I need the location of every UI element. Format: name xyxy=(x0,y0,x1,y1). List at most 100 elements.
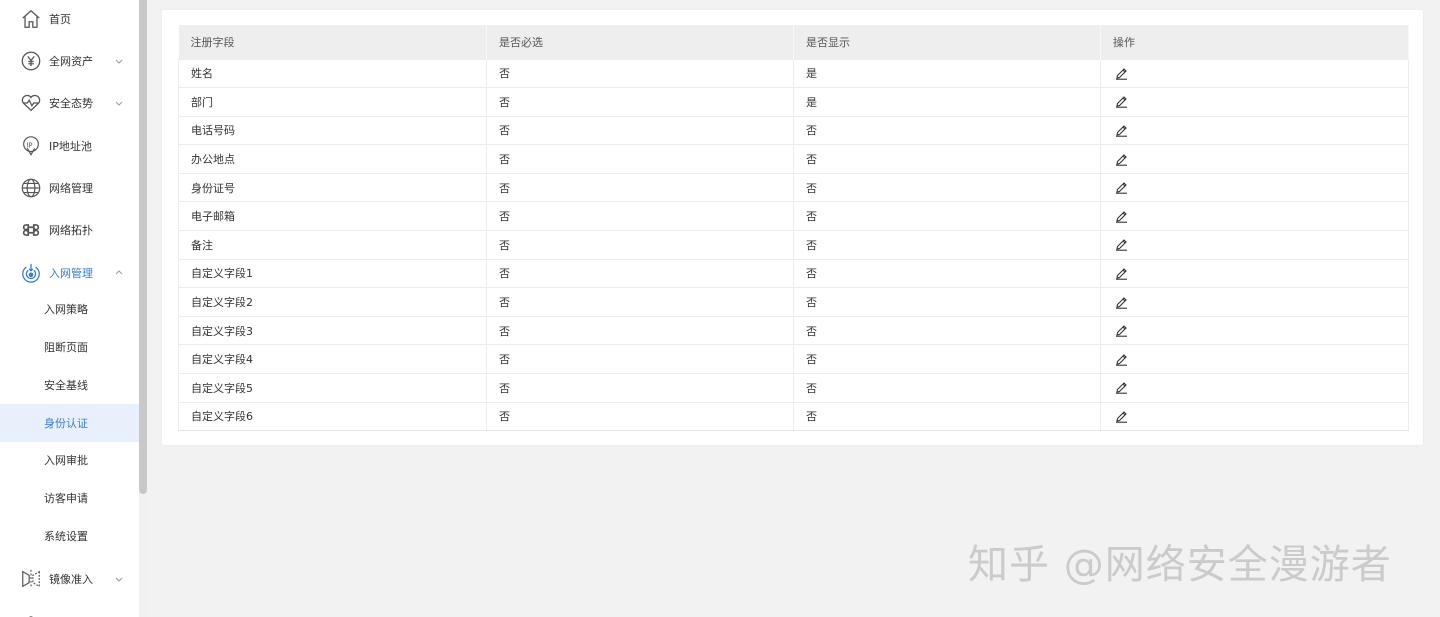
cell-actions xyxy=(1100,58,1409,88)
sidebar: 首页 全网资产 安全态势 IP IP地址池 网络管理 网络拓扑 入网管理 入网策… xyxy=(0,0,140,617)
cell-required: 否 xyxy=(486,115,794,145)
cell-required: 否 xyxy=(486,87,794,117)
mirror-icon xyxy=(20,568,42,590)
table-row: 电话号码否否 xyxy=(178,115,1409,145)
cell-field-name: 自定义字段6 xyxy=(178,401,487,432)
cell-actions xyxy=(1100,287,1409,317)
cell-required: 否 xyxy=(486,144,794,174)
cell-visible: 否 xyxy=(793,144,1101,174)
cell-field-name: 备注 xyxy=(178,230,487,260)
column-header-visible: 是否显示 xyxy=(793,25,1101,59)
sidebar-subitem-label: 阻断页面 xyxy=(44,341,88,354)
edit-icon[interactable] xyxy=(1113,207,1129,223)
watermark: 知乎 @网络安全漫游者 xyxy=(968,542,1392,588)
table-row: 电子邮箱否否 xyxy=(178,201,1409,231)
edit-icon[interactable] xyxy=(1113,150,1129,166)
cell-visible: 否 xyxy=(793,258,1101,288)
edit-icon[interactable] xyxy=(1113,293,1129,309)
cell-actions xyxy=(1100,115,1409,145)
edit-icon[interactable] xyxy=(1113,178,1129,194)
cell-visible: 是 xyxy=(793,87,1101,117)
cell-visible: 是 xyxy=(793,58,1101,88)
sidebar-subitem-system-settings[interactable]: 系统设置 xyxy=(0,517,139,555)
sidebar-item-mirror-access[interactable]: 镜像准入 xyxy=(0,558,139,600)
edit-icon[interactable] xyxy=(1113,92,1129,109)
chevron-up-icon xyxy=(114,268,124,278)
sidebar-item-home[interactable]: 首页 xyxy=(0,0,139,40)
chevron-down-icon xyxy=(114,98,124,108)
cell-actions xyxy=(1100,258,1409,288)
table-row: 自定义字段6 否否 xyxy=(178,401,1409,432)
table-row: 自定义字段3 否否 xyxy=(178,315,1409,345)
edit-icon[interactable] xyxy=(1113,64,1129,80)
edit-icon[interactable] xyxy=(1113,378,1129,395)
cell-field-name: 自定义字段5 xyxy=(178,373,487,403)
cell-visible: 否 xyxy=(793,230,1101,260)
sidebar-item-access-management[interactable]: 入网管理 xyxy=(0,252,139,294)
svg-text:IP: IP xyxy=(26,141,32,149)
sidebar-subitem-label: 安全基线 xyxy=(44,379,88,392)
cell-field-name: 自定义字段2 xyxy=(178,287,487,317)
edit-icon[interactable] xyxy=(1113,121,1129,137)
cell-actions xyxy=(1100,172,1409,202)
cell-field-name: 电话号码 xyxy=(178,115,487,145)
sidebar-subitem-label: 入网审批 xyxy=(44,454,88,467)
sidebar-subitem-visitor-request[interactable]: 访客申请 xyxy=(0,479,139,517)
sidebar-item-network-management[interactable]: 网络管理 xyxy=(0,167,139,209)
heart-pulse-icon xyxy=(20,92,42,114)
sidebar-subitem-identity-auth[interactable]: 身份认证 xyxy=(0,404,139,442)
sidebar-subitem-block-page[interactable]: 阻断页面 xyxy=(0,328,139,366)
cell-required: 否 xyxy=(486,172,794,202)
sidebar-subitem-access-policy[interactable]: 入网策略 xyxy=(0,290,139,328)
table-row: 部门否是 xyxy=(178,87,1409,117)
edit-icon[interactable] xyxy=(1113,407,1129,423)
registration-fields-table: 注册字段 是否必选 是否显示 操作 姓名否是部门否是电话号码否否办公地点否否身份… xyxy=(178,25,1409,432)
cell-required: 否 xyxy=(486,230,794,260)
sidebar-item-label: 安全态势 xyxy=(49,97,93,110)
sidebar-item-label: IP地址池 xyxy=(49,140,92,153)
cell-required: 否 xyxy=(486,287,794,317)
column-header-actions: 操作 xyxy=(1100,25,1409,59)
sidebar-item-label: 全网资产 xyxy=(49,55,93,68)
sidebar-subitem-label: 访客申请 xyxy=(44,492,88,505)
command-icon xyxy=(20,219,42,241)
column-header-required: 是否必选 xyxy=(486,25,794,59)
cell-field-name: 电子邮箱 xyxy=(178,201,487,231)
cell-required: 否 xyxy=(486,258,794,288)
cell-actions xyxy=(1100,373,1409,403)
cell-required: 否 xyxy=(486,315,794,345)
table-row: 办公地点否否 xyxy=(178,144,1409,174)
cell-visible: 否 xyxy=(793,201,1101,231)
edit-icon[interactable] xyxy=(1113,350,1129,366)
cell-actions xyxy=(1100,344,1409,374)
table-header-row: 注册字段 是否必选 是否显示 操作 xyxy=(178,25,1409,59)
cell-field-name: 姓名 xyxy=(178,58,487,88)
sidebar-item-partial[interactable] xyxy=(0,600,139,617)
table-row: 身份证号否否 xyxy=(178,172,1409,202)
sidebar-subitem-access-approval[interactable]: 入网审批 xyxy=(0,441,139,479)
sidebar-item-security-situation[interactable]: 安全态势 xyxy=(0,82,139,124)
edit-icon[interactable] xyxy=(1113,264,1129,280)
sidebar-item-network-topology[interactable]: 网络拓扑 xyxy=(0,209,139,251)
sidebar-item-label: 镜像准入 xyxy=(49,573,93,586)
sidebar-scrollbar-thumb[interactable] xyxy=(139,0,147,494)
cell-actions xyxy=(1100,144,1409,174)
cell-visible: 否 xyxy=(793,315,1101,345)
cell-field-name: 办公地点 xyxy=(178,144,487,174)
table-row: 备注否否 xyxy=(178,230,1409,260)
cell-field-name: 自定义字段4 xyxy=(178,344,487,374)
registration-fields-panel: 注册字段 是否必选 是否显示 操作 姓名否是部门否是电话号码否否办公地点否否身份… xyxy=(162,10,1423,445)
edit-icon[interactable] xyxy=(1113,235,1129,252)
sidebar-subitem-security-baseline[interactable]: 安全基线 xyxy=(0,366,139,404)
cell-actions xyxy=(1100,201,1409,231)
sidebar-item-label: 入网管理 xyxy=(49,267,93,280)
cell-field-name: 自定义字段3 xyxy=(178,315,487,345)
table-row: 自定义字段2 否否 xyxy=(178,287,1409,317)
sidebar-item-assets[interactable]: 全网资产 xyxy=(0,40,139,82)
sidebar-item-label: 网络管理 xyxy=(49,182,93,195)
cell-field-name: 身份证号 xyxy=(178,172,487,202)
sidebar-item-ip-pool[interactable]: IP IP地址池 xyxy=(0,125,139,167)
edit-icon[interactable] xyxy=(1113,321,1129,337)
cell-visible: 否 xyxy=(793,373,1101,403)
globe-icon xyxy=(20,177,42,199)
